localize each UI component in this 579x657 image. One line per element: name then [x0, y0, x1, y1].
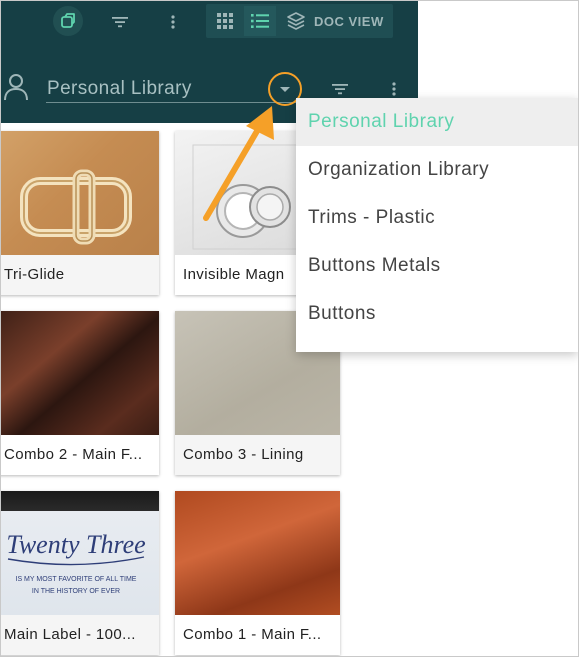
menu-item-organization-library[interactable]: Organization Library: [296, 146, 578, 194]
dropdown-arrow-icon: [280, 86, 290, 92]
card-thumbnail: Twenty Three IS MY MOST FAVORITE OF ALL …: [1, 491, 159, 615]
card-thumbnail: [175, 491, 340, 615]
library-card[interactable]: Combo 2 - Main F...: [1, 311, 159, 475]
list-view-button[interactable]: [244, 6, 276, 36]
library-card[interactable]: Tri-Glide: [1, 131, 159, 295]
grid-view-icon: [217, 13, 233, 29]
menu-item-buttons[interactable]: Buttons: [296, 290, 578, 338]
library-card[interactable]: Twenty Three IS MY MOST FAVORITE OF ALL …: [1, 491, 159, 655]
brand-logo-button[interactable]: [53, 6, 83, 36]
card-thumbnail: [1, 311, 159, 435]
library-select-value: Personal Library: [47, 78, 192, 99]
library-select[interactable]: Personal Library: [46, 73, 301, 103]
card-label: Main Label - 100...: [1, 615, 159, 655]
card-thumbnail: [1, 131, 159, 255]
filter-button[interactable]: [107, 9, 133, 35]
grid-view-button[interactable]: [212, 8, 238, 34]
menu-item-buttons-metals[interactable]: Buttons Metals: [296, 242, 578, 290]
library-card[interactable]: Combo 1 - Main F...: [175, 491, 340, 655]
filter-icon: [332, 84, 348, 95]
library-dropdown-menu: Personal Library Organization Library Tr…: [296, 98, 578, 352]
card-label: Combo 1 - Main F...: [175, 615, 340, 655]
more-vert-icon: [171, 15, 175, 29]
svg-text:IS MY MOST FAVORITE OF ALL TIM: IS MY MOST FAVORITE OF ALL TIME: [16, 576, 137, 583]
card-label: Combo 2 - Main F...: [1, 435, 159, 475]
brand-logo-icon: [61, 13, 75, 28]
user-icon: [3, 73, 29, 101]
view-mode-switcher: DOC VIEW: [206, 4, 393, 38]
list-view-icon: [251, 14, 269, 28]
app-frame: DOC VIEW Personal Library Tri-Glide Invi…: [0, 0, 579, 657]
menu-item-trims-plastic[interactable]: Trims - Plastic: [296, 194, 578, 242]
card-label: Combo 3 - Lining: [175, 435, 340, 475]
more-vert-icon: [392, 82, 396, 96]
menu-item-personal-library[interactable]: Personal Library: [296, 98, 578, 146]
layers-icon: [287, 12, 305, 30]
library-filter-button[interactable]: [327, 78, 353, 100]
more-options-button[interactable]: [161, 9, 185, 35]
svg-text:Twenty Three: Twenty Three: [6, 530, 145, 559]
doc-view-button[interactable]: DOC VIEW: [286, 8, 384, 34]
svg-text:IN THE HISTORY OF EVER: IN THE HISTORY OF EVER: [32, 588, 120, 595]
filter-icon: [112, 17, 128, 28]
doc-view-label: DOC VIEW: [314, 13, 384, 29]
card-label: Tri-Glide: [1, 255, 159, 295]
